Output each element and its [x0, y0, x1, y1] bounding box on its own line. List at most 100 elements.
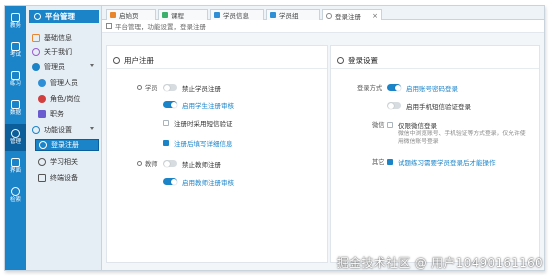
role-icon [38, 95, 46, 103]
rail-item-exam[interactable]: 考试 [5, 37, 26, 64]
close-icon[interactable]: × [372, 12, 378, 20]
platform-icon [34, 13, 41, 20]
menu-title: 平台管理 [45, 12, 75, 21]
student-icon [214, 12, 220, 18]
paper-icon [11, 42, 20, 51]
tab-home[interactable]: 启始页 [106, 9, 156, 20]
divider [107, 68, 327, 69]
sms-login-row[interactable]: 启用手机短信验证登录 [387, 101, 471, 111]
study-icon [38, 158, 46, 166]
teacher-icon [137, 161, 142, 166]
menu-item-login-register[interactable]: 登录注册 [35, 139, 99, 151]
menu-item-label: 管理员 [44, 63, 65, 71]
menu-header[interactable]: 平台管理 [29, 10, 99, 23]
rail-label: 练习 [9, 81, 21, 87]
rail-item-interface[interactable]: 界面 [5, 153, 26, 180]
menu-item-label: 职务 [50, 110, 64, 118]
panel-title: 用户注册 [113, 55, 154, 66]
menu-item-label: 登录注册 [51, 141, 79, 149]
fill-detail-row[interactable]: 注册后填写详细信息 [163, 138, 233, 148]
sms-verify-checkbox[interactable] [163, 119, 169, 126]
rail-label: 管理 [9, 139, 21, 145]
palette-icon [11, 158, 20, 167]
login-icon [326, 12, 332, 19]
menu-item-basic-info[interactable]: 基础信息 [32, 32, 72, 44]
tab-course[interactable]: 课程 [158, 9, 208, 20]
wechat-only-checkbox[interactable] [387, 121, 393, 128]
student-audit-toggle[interactable] [163, 101, 177, 108]
menu-item-label: 关于我们 [44, 48, 72, 56]
password-login-toggle[interactable] [387, 84, 401, 91]
menu-item-duty[interactable]: 职务 [38, 108, 64, 120]
user-register-panel: 用户注册 学员 禁止学员注册 启用学生注册审核 注册时采用短信验证 注册后填写详… [106, 45, 328, 263]
practice-login-checkbox[interactable] [387, 158, 393, 165]
menu-item-study[interactable]: 学习相关 [38, 156, 78, 168]
rail-label: 检索 [9, 197, 21, 203]
row-text: 试题练习需要学员登录后才能操作 [398, 158, 496, 167]
row-text: 禁止学员注册 [182, 84, 221, 93]
edit-icon [11, 71, 20, 80]
rail-label: 数据 [9, 110, 21, 116]
settings-icon [32, 126, 40, 134]
fill-detail-checkbox[interactable] [163, 139, 169, 146]
tab-label: 登录注册 [335, 12, 361, 21]
login-icon [39, 141, 47, 149]
disable-student-register-row[interactable]: 禁止学员注册 [163, 83, 221, 93]
search-icon [11, 187, 20, 196]
device-icon [38, 174, 46, 182]
student-label: 学员 [137, 83, 158, 92]
rail-item-data[interactable]: 数据 [5, 95, 26, 122]
student-audit-row[interactable]: 启用学生注册审核 [163, 100, 234, 110]
gear-icon [11, 129, 20, 138]
menu-item-func-settings[interactable]: 功能设置 [32, 124, 98, 136]
sms-login-toggle[interactable] [387, 102, 401, 109]
menu-item-about[interactable]: 关于我们 [32, 46, 72, 58]
student-label-text: 学员 [145, 85, 158, 92]
rail-label: 界面 [9, 168, 21, 174]
menu-item-roles[interactable]: 角色/岗位 [38, 93, 80, 105]
practice-login-row[interactable]: 试题练习需要学员登录后才能操作 [387, 157, 496, 167]
disable-teacher-register-toggle[interactable] [163, 160, 177, 167]
menu-item-devices[interactable]: 终端设备 [38, 172, 78, 184]
rail-label: 考试 [9, 52, 21, 58]
rail-item-manage[interactable]: 管理 [5, 124, 26, 151]
grid-icon [11, 13, 20, 22]
chevron-down-icon [90, 127, 94, 130]
teacher-label: 教师 [137, 159, 158, 168]
breadcrumb: 平台管理，功能设置，登录注册 [102, 20, 544, 33]
disable-teacher-register-row[interactable]: 禁止教师注册 [163, 159, 221, 169]
login-icon [337, 57, 344, 64]
tab-label: 启始页 [119, 12, 139, 20]
menu-item-admin[interactable]: 管理员 [32, 61, 98, 73]
home-icon [110, 12, 116, 18]
tab-student-group[interactable]: 学员组 [266, 9, 320, 20]
row-text: 启用教师注册审核 [182, 178, 234, 187]
teacher-audit-row[interactable]: 启用教师注册审核 [163, 177, 234, 187]
login-settings-panel: 登录设置 登录方式 启用账号密码登录 启用手机短信验证登录 微信 仅限微信登录 … [330, 45, 540, 263]
rail-item-practice[interactable]: 练习 [5, 66, 26, 93]
chevron-down-icon [90, 64, 94, 67]
table-icon [32, 34, 40, 42]
side-menu: 平台管理 基础信息 关于我们 管理员 管理人员 角色/岗位 职务 功能设置 登录… [26, 6, 102, 270]
wechat-label: 微信 [372, 122, 385, 129]
wechat-hint: 微信中浏览账号、手机验证等方式登录，仅允许使用微信账号登录 [398, 131, 526, 145]
location-icon [106, 23, 112, 29]
panel-title-text: 用户注册 [124, 56, 154, 65]
row-text: 启用学生注册审核 [182, 101, 234, 110]
admin-icon [32, 63, 40, 71]
rail-item-search[interactable]: 检索 [5, 182, 26, 209]
password-login-row[interactable]: 启用账号密码登录 [387, 83, 458, 93]
main-content: 用户注册 学员 禁止学员注册 启用学生注册审核 注册时采用短信验证 注册后填写详… [102, 33, 544, 270]
menu-item-label: 学习相关 [50, 158, 78, 166]
menu-item-staff[interactable]: 管理人员 [38, 77, 78, 89]
rail-item-jiaowu[interactable]: 教务 [5, 8, 26, 35]
disable-student-register-toggle[interactable] [163, 84, 177, 91]
row-text: 禁止教师注册 [182, 160, 221, 169]
teacher-audit-toggle[interactable] [163, 178, 177, 185]
row-text: 注册时采用短信验证 [174, 119, 233, 128]
tab-bar: 启始页 课程 学员信息 学员组 登录注册 × [102, 6, 544, 21]
tab-student-info[interactable]: 学员信息 [210, 9, 264, 20]
sms-verify-row[interactable]: 注册时采用短信验证 [163, 118, 233, 128]
wechat-only-row[interactable]: 仅限微信登录 [387, 120, 437, 130]
watermark: 掘金技术社区 @ 用户10490161160 [336, 256, 543, 270]
